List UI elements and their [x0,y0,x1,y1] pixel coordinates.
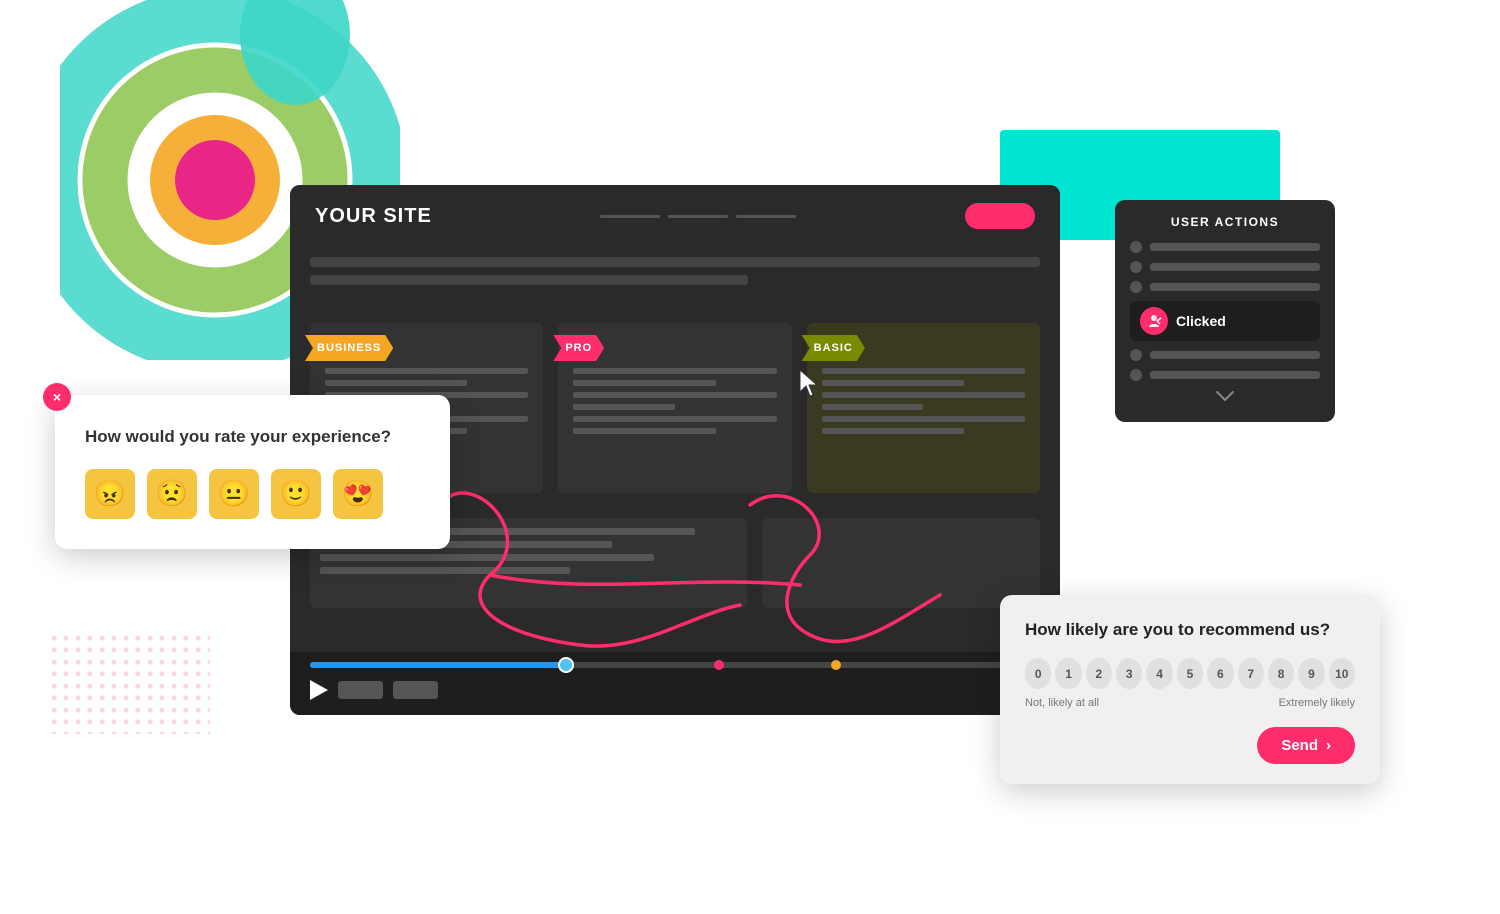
nps-2[interactable]: 2 [1086,658,1112,689]
marker-red [714,660,724,670]
nps-7[interactable]: 7 [1238,658,1264,689]
action-dot-3 [1130,281,1142,293]
video-controls [290,652,1060,715]
emoji-rating-row: 😠 😟 😐 🙂 😍 [85,469,420,519]
nps-6[interactable]: 6 [1207,658,1233,689]
progress-thumb [558,657,574,673]
nps-0[interactable]: 0 [1025,658,1051,689]
action-line-5 [1150,351,1320,359]
pricing-card-pro[interactable]: PRO [558,323,791,493]
survey-close-button[interactable]: × [43,383,71,411]
controls-row [310,680,1040,700]
action-line-6 [1150,371,1320,379]
nav-line-1 [600,215,660,218]
action-dot-2 [1130,261,1142,273]
nps-label-right: Extremely likely [1279,697,1355,709]
badge-business: BUSINESS [305,335,393,361]
control-block-2[interactable] [393,681,438,699]
badge-basic: BASIC [802,335,865,361]
user-actions-panel: USER ACTIONS Clicked [1115,200,1335,422]
nps-8[interactable]: 8 [1268,658,1294,689]
panel-chevron[interactable] [1130,389,1320,407]
header-cta-button[interactable] [965,203,1035,229]
marker-orange [831,660,841,670]
emoji-love[interactable]: 😍 [333,469,383,519]
nps-question: How likely are you to recommend us? [1025,620,1355,640]
action-clicked-item: Clicked [1130,301,1320,341]
panel-title: USER ACTIONS [1130,215,1320,229]
play-button[interactable] [310,680,328,700]
nps-3[interactable]: 3 [1116,658,1142,689]
emoji-neutral[interactable]: 😐 [209,469,259,519]
action-item-3 [1130,281,1320,293]
control-block-1[interactable] [338,681,383,699]
action-line-2 [1150,263,1320,271]
survey-popup: × How would you rate your experience? 😠 … [55,395,450,549]
clicked-icon [1140,307,1168,335]
action-dot-5 [1130,349,1142,361]
nps-labels: Not, likely at all Extremely likely [1025,697,1355,709]
nps-label-left: Not, likely at all [1025,697,1099,709]
emoji-angry[interactable]: 😠 [85,469,135,519]
action-item-2 [1130,261,1320,273]
action-line-1 [1150,243,1320,251]
progress-fill [310,662,566,668]
content-bar-2 [310,275,748,285]
action-dot-1 [1130,241,1142,253]
badge-pro: PRO [553,335,604,361]
card-lines-basic [822,368,1025,434]
action-dot-6 [1130,369,1142,381]
card-lines-pro [573,368,776,434]
nav-line-2 [668,215,728,218]
nps-popup: How likely are you to recommend us? 0 1 … [1000,595,1380,784]
clicked-label: Clicked [1176,313,1226,329]
nps-5[interactable]: 5 [1177,658,1203,689]
nps-10[interactable]: 10 [1329,658,1355,689]
dots-decoration [50,634,210,734]
nps-send-button[interactable]: Send › [1257,727,1355,764]
emoji-sad[interactable]: 😟 [147,469,197,519]
nps-4[interactable]: 4 [1146,658,1172,689]
video-content-area [290,247,1060,303]
video-header: YOUR SITE [290,185,1060,247]
progress-bar[interactable] [310,662,1040,668]
content-bar-1 [310,257,1040,267]
nps-9[interactable]: 9 [1298,658,1324,689]
action-line-3 [1150,283,1320,291]
survey-question: How would you rate your experience? [85,425,420,449]
nps-send-row: Send › [1025,727,1355,764]
action-item-6 [1130,369,1320,381]
emoji-happy[interactable]: 🙂 [271,469,321,519]
action-item-5 [1130,349,1320,361]
bottom-content-right [762,518,1040,608]
action-item-1 [1130,241,1320,253]
header-nav [600,215,796,218]
nps-numbers: 0 1 2 3 4 5 6 7 8 9 10 [1025,658,1355,689]
pricing-card-basic[interactable]: BASIC [807,323,1040,493]
site-title: YOUR SITE [315,205,432,228]
nps-1[interactable]: 1 [1055,658,1081,689]
nav-line-3 [736,215,796,218]
